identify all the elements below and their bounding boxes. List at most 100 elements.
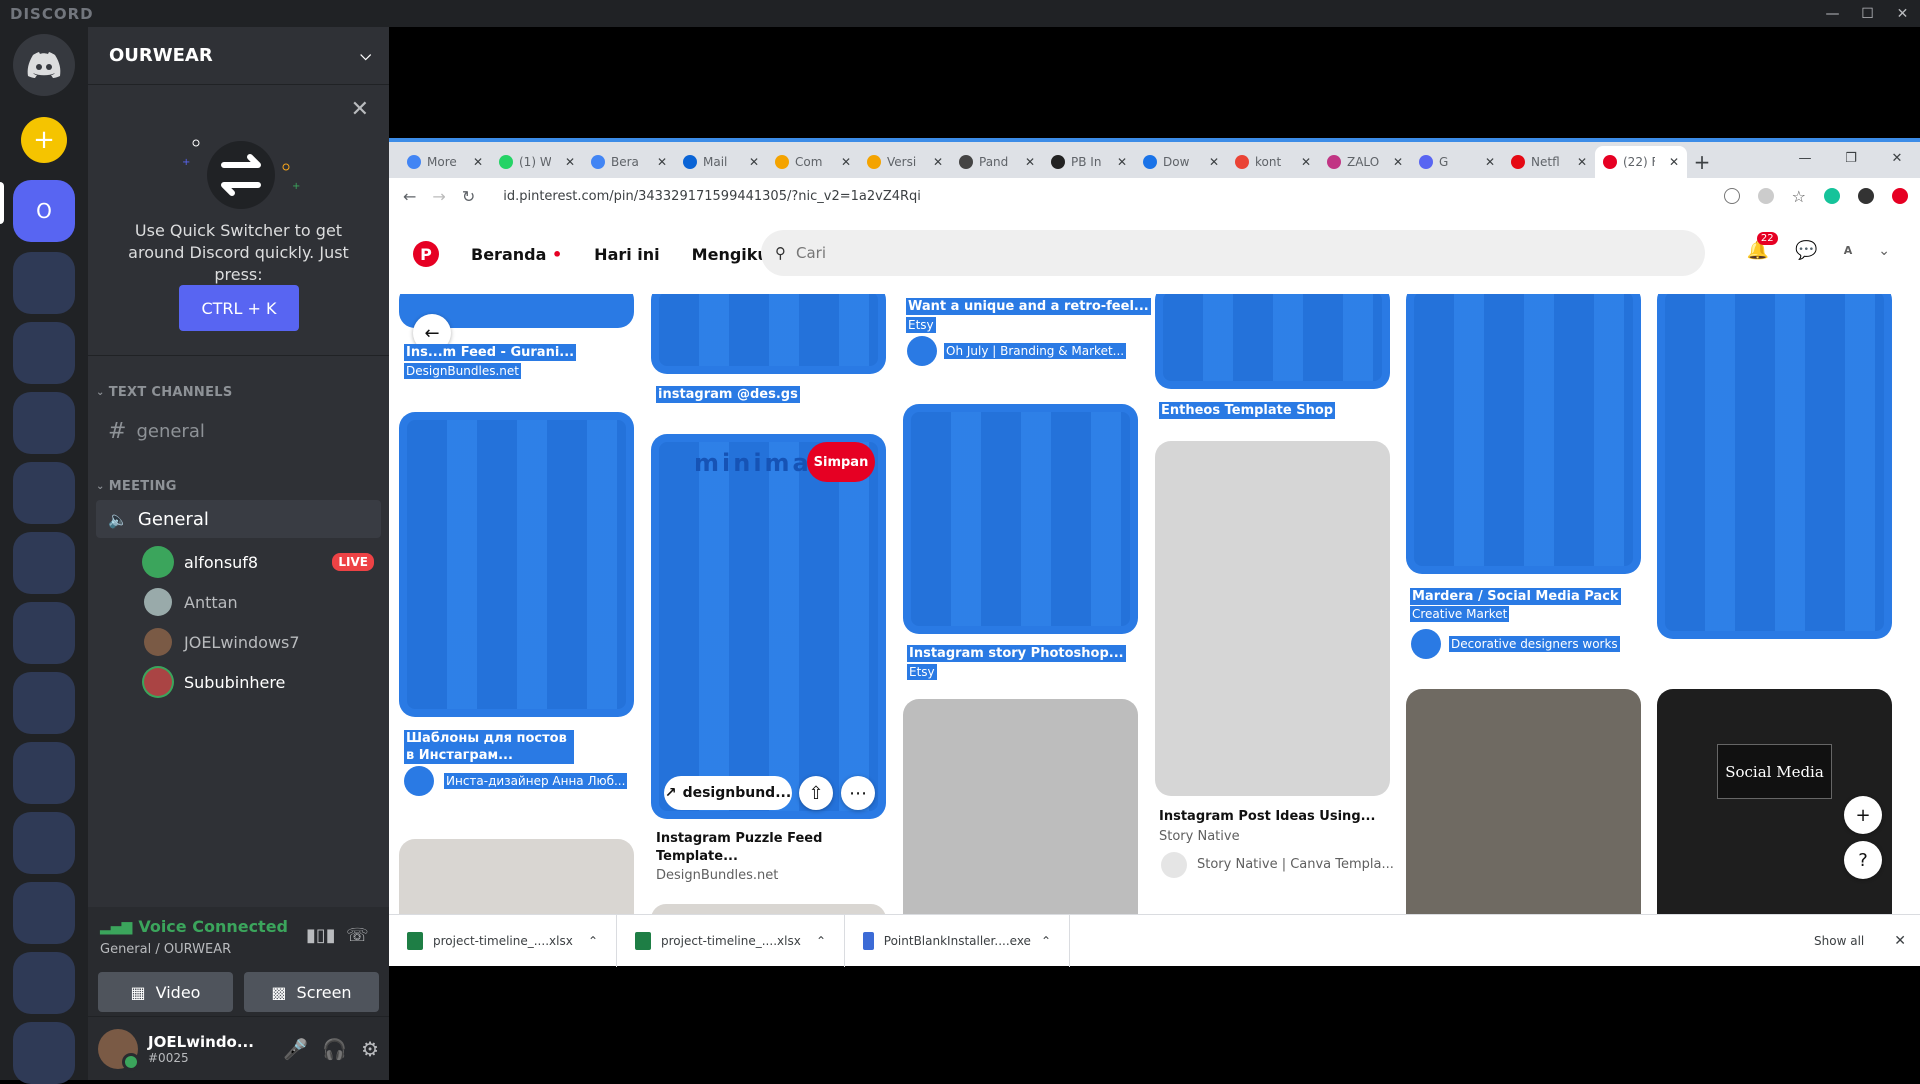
nav-home[interactable]: Beranda • [471, 245, 562, 264]
pin-card[interactable] [651, 434, 886, 819]
browser-tab[interactable]: More ✕ [399, 146, 491, 178]
category-meeting[interactable]: ⌄ MEETING [96, 479, 177, 494]
plus-icon[interactable]: + [1844, 796, 1882, 834]
pin-user[interactable]: Инста-дизайнер Анна Люб... [444, 773, 628, 789]
pin-card[interactable] [1406, 689, 1641, 914]
pin-title[interactable]: Want a unique and a retro-feel... [906, 298, 1151, 315]
close-icon[interactable]: ✕ [1485, 155, 1495, 169]
browser-tab[interactable]: Dow ✕ [1135, 146, 1227, 178]
grammarly-icon[interactable] [1824, 188, 1840, 204]
browser-tab[interactable]: Bera ✕ [583, 146, 675, 178]
close-icon[interactable]: ✕ [1894, 933, 1906, 949]
pin-source[interactable]: DesignBundles.net [656, 868, 778, 883]
browser-close-button[interactable]: ✕ [1874, 146, 1920, 170]
browser-maximize-button[interactable]: ❐ [1828, 146, 1874, 170]
pin-source[interactable]: Etsy [907, 664, 937, 680]
close-icon[interactable]: ✕ [1577, 155, 1587, 169]
browser-tab[interactable]: ZALO ✕ [1319, 146, 1411, 178]
browser-tab[interactable]: Netfl ✕ [1503, 146, 1595, 178]
pin-title[interactable]: Instagram Puzzle Feed Template... [656, 830, 846, 866]
browser-tab[interactable]: Com ✕ [767, 146, 859, 178]
server-folder[interactable] [13, 392, 75, 454]
voice-user[interactable]: JOELwindows7 [144, 626, 374, 658]
close-icon[interactable]: ✕ [1301, 155, 1311, 169]
close-icon[interactable]: ✕ [749, 155, 759, 169]
voice-status[interactable]: ▂▄▆ Voice Connected [100, 917, 288, 936]
download-item[interactable]: project-timeline_....xlsx ⌃ [617, 914, 845, 967]
voice-user[interactable]: alfonsuf8 LIVE [144, 546, 374, 578]
browser-tab-active[interactable]: (22) F ✕ [1595, 146, 1687, 178]
pin-user[interactable]: Oh July | Branding & Market... [944, 343, 1127, 359]
server-folder[interactable] [13, 252, 75, 314]
share-icon[interactable]: ⇧ [799, 776, 833, 810]
pinterest-logo-icon[interactable]: P [413, 241, 439, 267]
browser-tab[interactable]: Versi ✕ [859, 146, 951, 178]
pin-user[interactable]: Decorative designers works [1449, 636, 1620, 652]
headphones-icon[interactable]: 🎧 [322, 1037, 347, 1061]
microphone-icon[interactable]: 🎤 [283, 1037, 308, 1061]
pin-card[interactable] [651, 904, 886, 914]
close-icon[interactable]: ✕ [841, 155, 851, 169]
voice-user[interactable]: Anttan [144, 586, 374, 618]
server-folder[interactable] [13, 1022, 75, 1084]
close-icon[interactable]: ✕ [1025, 155, 1035, 169]
close-icon[interactable]: ✕ [1669, 155, 1679, 169]
screen-share-button[interactable]: ▩ Screen [244, 972, 379, 1012]
translate-icon[interactable] [1757, 188, 1774, 204]
browser-tab[interactable]: PB In ✕ [1043, 146, 1135, 178]
quick-switcher-shortcut[interactable]: CTRL + K [179, 285, 299, 331]
chevron-down-icon[interactable]: ⌄ [1878, 243, 1890, 259]
reload-icon[interactable]: ↻ [462, 187, 475, 206]
server-folder[interactable] [13, 952, 75, 1014]
server-folder[interactable] [13, 532, 75, 594]
help-icon[interactable]: ? [1844, 841, 1882, 879]
server-header[interactable]: OURWEAR ⌵ [88, 27, 389, 85]
pin-card[interactable] [903, 404, 1138, 634]
close-icon[interactable]: ✕ [351, 97, 369, 122]
avatar[interactable] [1161, 852, 1187, 878]
extension-icon[interactable] [1723, 188, 1740, 204]
browser-tab[interactable]: kont ✕ [1227, 146, 1319, 178]
chevron-up-icon[interactable]: ⌃ [816, 934, 826, 948]
new-tab-button[interactable]: + [1687, 146, 1717, 178]
browser-minimize-button[interactable]: — [1782, 146, 1828, 170]
save-button[interactable]: Simpan [807, 442, 875, 482]
pin-card[interactable] [651, 294, 886, 374]
category-text-channels[interactable]: ⌄ TEXT CHANNELS [96, 385, 233, 400]
channel-general[interactable]: # general [96, 412, 381, 450]
chevron-up-icon[interactable]: ⌃ [1041, 934, 1051, 948]
browser-tab[interactable]: Pand ✕ [951, 146, 1043, 178]
voice-channel-general[interactable]: 🔈 General [96, 500, 381, 538]
noise-suppression-icon[interactable]: ▮▯▮ [306, 925, 336, 946]
server-folder[interactable] [13, 462, 75, 524]
pin-title[interactable]: Mardera / Social Media Pack [1410, 588, 1621, 605]
pin-source[interactable]: Story Native [1159, 829, 1240, 844]
forward-icon[interactable]: → [432, 187, 445, 206]
pin-title[interactable]: Instagram Post Ideas Using... [1159, 808, 1375, 826]
pin-source[interactable]: DesignBundles.net [404, 363, 521, 379]
pin-source[interactable]: Etsy [906, 317, 936, 333]
close-icon[interactable]: ✕ [1209, 155, 1219, 169]
avatar[interactable] [1411, 629, 1441, 659]
server-folder[interactable] [13, 882, 75, 944]
show-all-downloads-button[interactable]: Show all [1814, 934, 1864, 948]
add-server-button[interactable]: + [21, 117, 67, 163]
close-icon[interactable]: ✕ [933, 155, 943, 169]
minimize-button[interactable]: — [1815, 0, 1850, 27]
voice-user[interactable]: Sububinhere [144, 666, 374, 698]
extension-red-icon[interactable] [1892, 188, 1908, 204]
pin-title[interactable]: instagram @des.gs [656, 386, 800, 403]
browser-tab[interactable]: (1) W ✕ [491, 146, 583, 178]
avatar[interactable] [907, 336, 937, 366]
pin-card[interactable] [1155, 441, 1390, 796]
close-icon[interactable]: ✕ [565, 155, 575, 169]
disconnect-icon[interactable]: ☏ [346, 925, 369, 946]
profile-icon[interactable] [1858, 188, 1874, 204]
maximize-button[interactable]: ☐ [1850, 0, 1885, 27]
home-button[interactable] [13, 34, 75, 96]
pin-card[interactable] [1406, 294, 1641, 574]
avatar[interactable] [98, 1028, 140, 1071]
server-folder[interactable] [13, 672, 75, 734]
gear-icon[interactable]: ⚙ [361, 1037, 379, 1061]
back-icon[interactable]: ← [403, 187, 416, 206]
